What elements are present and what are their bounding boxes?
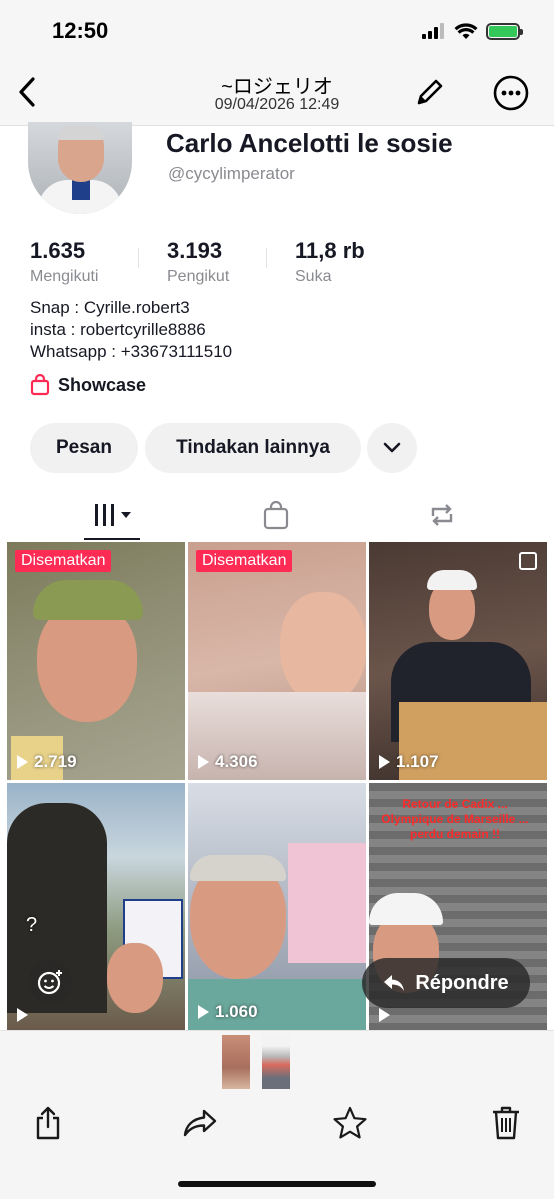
profile-name: Carlo Ancelotti le sosie [166, 128, 453, 158]
video-tile[interactable]: Disematkan 4.306 [188, 542, 366, 780]
view-count: 1.107 [379, 752, 439, 772]
more-actions-button[interactable]: Tindakan lainnya [145, 423, 361, 473]
tab-reposts[interactable] [422, 494, 462, 536]
pinned-badge: Disematkan [196, 550, 293, 572]
status-bar: 12:50 [0, 0, 554, 62]
view-count-value: 1.107 [396, 752, 439, 771]
bio-line: insta : robertcyrille8886 [30, 320, 206, 339]
home-indicator [178, 1181, 376, 1187]
attachment-thumbnail[interactable] [262, 1035, 290, 1089]
play-icon [17, 755, 28, 769]
chevron-down-icon [383, 442, 401, 453]
video-grid: Disematkan 2.719 Disematkan 4.306 1.107 … [7, 542, 547, 1030]
video-tile[interactable]: Disematkan 2.719 [7, 542, 185, 780]
view-count-value: 2.719 [34, 752, 77, 771]
stat-followers-label: Pengikut [167, 268, 230, 285]
view-count: 1.060 [198, 1002, 258, 1022]
play-icon [379, 1008, 390, 1022]
play-icon [198, 1005, 209, 1019]
more-button[interactable] [492, 74, 530, 112]
stat-likes[interactable]: 11,8 rb Suka [295, 238, 365, 286]
view-count [17, 1008, 34, 1022]
favorite-button[interactable] [330, 1103, 370, 1143]
stat-following-value: 1.635 [30, 238, 86, 263]
reply-arrow-icon [384, 975, 405, 991]
shopping-bag-icon [263, 500, 289, 530]
bio-line: Whatsapp : +33673111510 [30, 342, 233, 361]
view-count: 2.719 [17, 752, 77, 772]
message-date: 09/04/2026 12:49 [214, 96, 340, 113]
stat-following[interactable]: 1.635 Mengikuti [30, 238, 98, 286]
stat-followers[interactable]: 3.193 Pengikut [167, 238, 229, 286]
question-mark: ? [26, 914, 38, 936]
reply-label: Répondre [415, 971, 509, 994]
view-count: 4.306 [198, 752, 258, 772]
more-icon [493, 75, 529, 111]
profile-bio: Snap : Cyrille.robert3 insta : robertcyr… [30, 297, 232, 363]
message-button[interactable]: Pesan [30, 423, 138, 473]
tab-underline [84, 538, 140, 540]
tab-shop[interactable] [256, 494, 296, 536]
stat-divider [138, 248, 139, 268]
stat-followers-value: 3.193 [167, 238, 223, 263]
play-icon [198, 755, 209, 769]
reply-button[interactable]: Répondre [362, 958, 530, 1008]
play-icon [17, 1008, 28, 1022]
star-icon [333, 1106, 367, 1139]
bottom-toolbar [0, 1030, 554, 1199]
stat-likes-label: Suka [295, 268, 332, 285]
conversation-title: ~ロジェリオ [221, 76, 333, 98]
attachment-thumbnail[interactable] [222, 1035, 250, 1089]
battery-icon [486, 22, 523, 40]
video-tile[interactable]: 1.060 [188, 783, 366, 1030]
status-time: 12:50 [52, 18, 109, 43]
cellular-signal-icon [422, 23, 444, 39]
grid-icon [95, 504, 131, 526]
view-count-value: 1.060 [215, 1002, 258, 1021]
profile-handle: @cycylimperator [168, 164, 295, 183]
bio-line: Snap : Cyrille.robert3 [30, 298, 190, 317]
message-header: ~ロジェリオ 09/04/2026 12:49 [0, 62, 554, 126]
stat-divider [266, 248, 267, 268]
forward-button[interactable] [180, 1103, 220, 1143]
avatar[interactable] [28, 122, 132, 214]
pencil-icon [417, 79, 443, 105]
expand-button[interactable] [367, 423, 417, 473]
wifi-icon [454, 23, 478, 39]
showcase-label: Showcase [58, 374, 147, 395]
stat-following-label: Mengikuti [30, 268, 99, 285]
share-button[interactable] [28, 1103, 68, 1143]
showcase-link[interactable]: Showcase [30, 374, 146, 396]
tab-videos[interactable] [84, 494, 140, 536]
forward-icon [183, 1109, 217, 1137]
repost-icon [431, 504, 453, 526]
trash-icon [493, 1106, 519, 1140]
pinned-badge: Disematkan [15, 550, 112, 572]
edit-button[interactable] [412, 76, 446, 110]
play-icon [379, 755, 390, 769]
share-icon [36, 1106, 60, 1140]
shopping-bag-icon [30, 374, 50, 396]
video-overlay-text: Retour de Cadix ... Olympique de Marseil… [381, 797, 529, 841]
stat-likes-value: 11,8 rb [295, 238, 365, 263]
view-count [379, 1008, 396, 1022]
view-count-value: 4.306 [215, 752, 258, 771]
delete-button[interactable] [486, 1103, 526, 1143]
add-reaction-button[interactable] [28, 960, 72, 1004]
status-icons [422, 22, 523, 40]
emoji-add-icon [37, 970, 62, 995]
video-tile[interactable]: 1.107 [369, 542, 547, 780]
